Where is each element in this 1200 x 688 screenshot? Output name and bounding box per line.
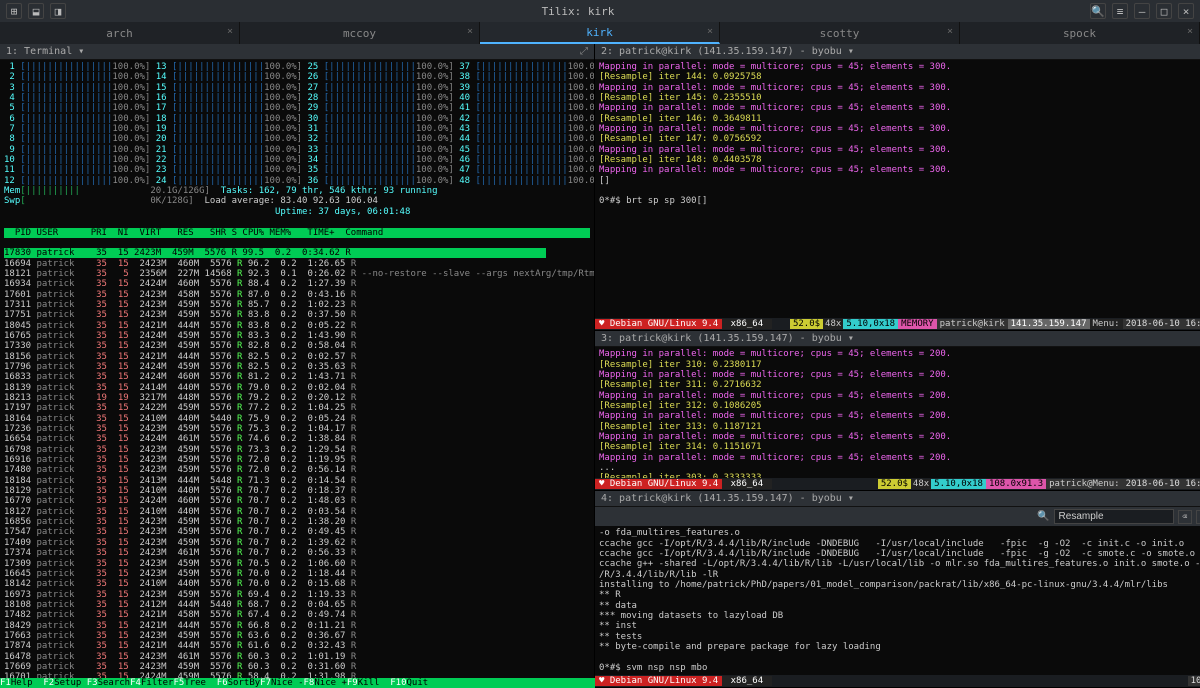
pane-3-terminal[interactable]: Mapping in parallel: mode = multicore; c… (595, 347, 1200, 478)
tab-close-icon[interactable]: × (1187, 26, 1193, 37)
pane-2-header[interactable]: 2: patrick@kirk (141.35.159.147) - byobu… (595, 44, 1200, 60)
status-ip: 141.35.159.147 (1008, 319, 1090, 329)
search-icon: 🔍 (1037, 511, 1049, 522)
tab-label: scotty (820, 27, 860, 40)
split-down-icon[interactable]: ⬓ (28, 3, 44, 19)
status-distro: ♥ Debian GNU/Linux 9.4 (595, 319, 722, 329)
session-tab-kirk[interactable]: kirk × (480, 22, 720, 44)
search-clear-icon[interactable]: ⌫ (1178, 510, 1192, 524)
pane-4-label: 4: patrick@kirk (141.35.159.147) - byobu… (601, 493, 854, 504)
pane-4-header[interactable]: 4: patrick@kirk (141.35.159.147) - byobu… (595, 491, 1200, 507)
session-tab-arch[interactable]: arch × (0, 22, 240, 44)
split-right-icon[interactable]: ◨ (50, 3, 66, 19)
status-user: patrick@Menu: (1046, 479, 1122, 489)
search-prev-icon[interactable]: ∧ (1196, 510, 1200, 524)
status-mem: 108.0x91.3 (986, 479, 1046, 489)
search-input[interactable] (1054, 509, 1174, 524)
pane-4-searchbar: 🔍 ⌫ ∧ ∨ (595, 507, 1200, 526)
htop-terminal[interactable]: 1 [||||||||||||||||100.0%] 13 [|||||||||… (0, 60, 594, 688)
status-distro: ♥ Debian GNU/Linux 9.4 (595, 479, 722, 489)
pane-2-statusbar: ♥ Debian GNU/Linux 9.4 x86_64 52.0$48x5.… (595, 318, 1200, 330)
search-icon[interactable]: 🔍 (1090, 3, 1106, 19)
status-menu: Menu: (1090, 319, 1123, 329)
session-tab-scotty[interactable]: scotty × (720, 22, 960, 44)
tab-close-icon[interactable]: × (467, 26, 473, 37)
status-cpu: 5.10,0x18 (931, 479, 986, 489)
session-tab-mccoy[interactable]: mccoy × (240, 22, 480, 44)
status-mem: MEMORY (898, 319, 937, 329)
titlebar: ⊞ ⬓ ◨ Tilix: kirk 🔍 ≡ — □ × (0, 0, 1200, 22)
status-load: 52.0$ (878, 479, 911, 489)
pane-4-statusbar: ♥ Debian GNU/Linux 9.4 x86_64 108.03! (595, 675, 1200, 687)
close-icon[interactable]: × (1178, 3, 1194, 19)
status-user: patrick@kirk (937, 319, 1008, 329)
status-date: 2018-06-10 16:31:41 (1123, 479, 1200, 489)
tab-close-icon[interactable]: × (227, 26, 233, 37)
pane-1-label: 1: Terminal ▾ (6, 46, 84, 57)
status-arch: x86_64 (722, 319, 771, 329)
tab-label: arch (106, 27, 133, 40)
pane-expand-icon[interactable]: ⤢ (580, 46, 588, 57)
status-arch: x86_64 (722, 676, 771, 686)
session-tab-spock[interactable]: spock × (960, 22, 1200, 44)
tab-close-icon[interactable]: × (707, 26, 713, 37)
htop-footer[interactable]: F1Help F2Setup F3SearchF4FilterF5Tree F6… (0, 678, 595, 688)
menu-icon[interactable]: ≡ (1112, 3, 1128, 19)
tab-label: kirk (586, 26, 613, 39)
pane-3-label: 3: patrick@kirk (141.35.159.147) - byobu… (601, 333, 854, 344)
window-title: Tilix: kirk (66, 5, 1090, 18)
session-tabs: arch × mccoy × kirk × scotty × spock × (0, 22, 1200, 44)
status-cpu: 5.10,0x18 (843, 319, 898, 329)
new-terminal-icon[interactable]: ⊞ (6, 3, 22, 19)
status-load: 52.0$ (790, 319, 823, 329)
status-cpus: 48x (823, 319, 843, 329)
pane-2-terminal[interactable]: Mapping in parallel: mode = multicore; c… (595, 60, 1200, 318)
pane-3-header[interactable]: 3: patrick@kirk (141.35.159.147) - byobu… (595, 331, 1200, 347)
pane-2-label: 2: patrick@kirk (141.35.159.147) - byobu… (601, 46, 854, 57)
status-arch: x86_64 (722, 479, 771, 489)
pane-1-header[interactable]: 1: Terminal ▾ ⤢ (0, 44, 594, 60)
status-distro: ♥ Debian GNU/Linux 9.4 (595, 676, 722, 686)
tab-close-icon[interactable]: × (947, 26, 953, 37)
status-date: 2018-06-10 16:31:41 (1123, 319, 1200, 329)
status-date: 108.03! (1188, 676, 1200, 686)
status-cpus: 48x (911, 479, 931, 489)
tab-label: spock (1063, 27, 1096, 40)
pane-3-statusbar: ♥ Debian GNU/Linux 9.4 x86_64 52.0$48x5.… (595, 478, 1200, 490)
tab-label: mccoy (343, 27, 376, 40)
pane-4-terminal[interactable]: -o fda_multires_features.o ccache gcc -I… (595, 526, 1200, 675)
maximize-icon[interactable]: □ (1156, 3, 1172, 19)
minimize-icon[interactable]: — (1134, 3, 1150, 19)
